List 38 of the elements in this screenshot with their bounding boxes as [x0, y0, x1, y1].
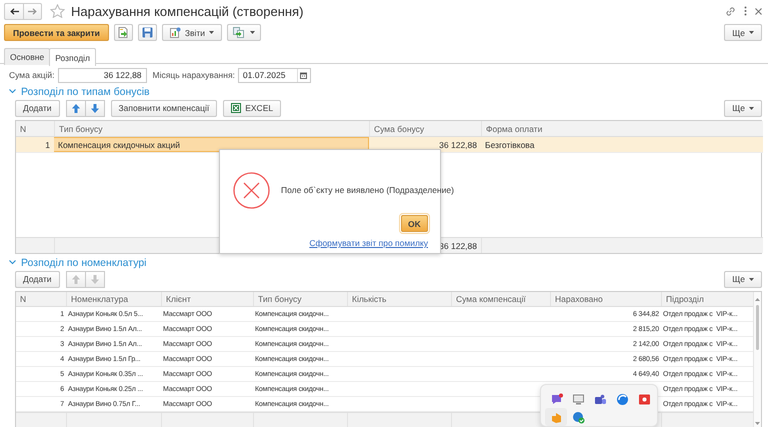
error-message: Поле об`єкту не виявлено (Подразделение) [281, 185, 454, 195]
table-cell: 36 122,88 [439, 140, 477, 150]
more-button[interactable]: Ще [724, 100, 762, 116]
post-and-close-button[interactable]: Провести та закрити [4, 24, 109, 41]
reports-button[interactable]: Звіти [162, 24, 222, 41]
table-cell: Компенсация скидочных акций [58, 140, 180, 150]
column-header[interactable]: Кількість [352, 294, 386, 304]
excel-button[interactable]: EXCEL [223, 100, 282, 116]
column-header[interactable]: Тип бонусу [59, 124, 102, 134]
column-header[interactable]: N [20, 294, 26, 304]
fill-compensations-button[interactable]: Заповнити компенсації [110, 100, 218, 116]
window-title: Нарахування компенсацій (створення) [71, 4, 304, 18]
table-cell: Безготівкова [485, 140, 534, 150]
column-header[interactable]: N [20, 124, 26, 134]
field-label: Місяць нарахування: [152, 70, 235, 80]
more-button[interactable]: Ще [724, 270, 762, 288]
section-title[interactable]: Розподіл по типам бонусів [21, 86, 150, 98]
tab[interactable]: Розподіл [49, 48, 96, 66]
error-report-link[interactable]: Сформувати звіт про помилку [309, 238, 428, 248]
column-header[interactable]: Сума компенсації [456, 294, 526, 304]
field-label: Сума акцій: [9, 70, 55, 80]
column-header[interactable]: Форма оплати [486, 124, 542, 134]
add-button[interactable]: Додати [15, 270, 60, 288]
ok-button[interactable]: OK [401, 215, 428, 232]
table-cell: 1 [45, 140, 50, 150]
add-button[interactable]: Додати [15, 100, 60, 116]
more-button[interactable]: Ще [724, 24, 762, 41]
column-header[interactable]: Клієнт [166, 294, 191, 304]
column-header[interactable]: Тип бонусу [258, 294, 302, 304]
column-header[interactable]: Номенклатура [71, 294, 128, 304]
tab[interactable]: Основне [4, 48, 50, 65]
column-header[interactable]: Сума бонусу [374, 124, 424, 134]
date-field[interactable]: 01.07.2025 [238, 68, 311, 82]
column-header[interactable]: Підрозділ [666, 294, 704, 304]
column-header[interactable]: Нараховано [555, 294, 603, 304]
table-row[interactable]: 1 Компенсация скидочных акций 36 122,88 Безготівкова [16, 137, 763, 153]
amount-field[interactable]: 36 122,88 [58, 68, 147, 82]
section-title[interactable]: Розподіл по номенклатурі [21, 256, 146, 268]
